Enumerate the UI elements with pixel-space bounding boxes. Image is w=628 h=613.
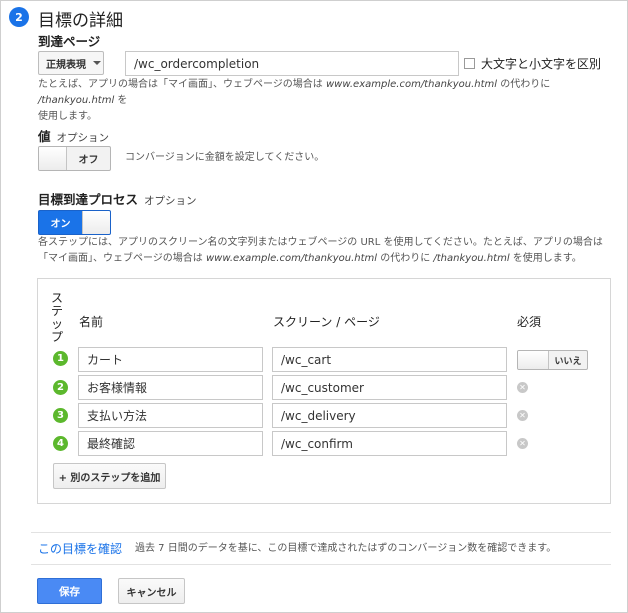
- toggle-state-text: オン: [50, 219, 71, 230]
- value-label: 値オプション: [38, 126, 109, 145]
- step-name-value: 支払い方法: [87, 409, 148, 423]
- step-name-input[interactable]: カート: [78, 347, 263, 372]
- funnel-toggle[interactable]: オン: [38, 210, 111, 235]
- divider: [31, 564, 611, 565]
- value-toggle[interactable]: オフ: [38, 146, 111, 171]
- required-toggle[interactable]: いいえ: [517, 350, 588, 370]
- remove-step-icon[interactable]: ✕: [517, 410, 528, 421]
- help-text: たとえば、アプリの場合は「マイ画面」、ウェブページの場合は: [38, 79, 326, 90]
- step-name-input[interactable]: お客様情報: [78, 375, 263, 400]
- step-page-value: /wc_customer: [281, 380, 364, 395]
- match-type-value: 正規表現: [46, 59, 86, 71]
- col-step-header-char: プ: [50, 330, 63, 344]
- destination-help: たとえば、アプリの場合は「マイ画面」、ウェブページの場合は www.exampl…: [38, 77, 618, 125]
- step-name-value: カート: [87, 353, 124, 367]
- help-text: 使用します。: [38, 111, 97, 122]
- optional-tag: オプション: [56, 132, 110, 144]
- help-example: www.example.com/thankyou.html: [325, 79, 498, 90]
- step-page-input[interactable]: /wc_confirm: [272, 431, 507, 456]
- step-number-badge: 2: [53, 380, 68, 395]
- step-page-value: /wc_cart: [281, 352, 332, 367]
- help-text: を使用します。: [509, 253, 582, 264]
- step-name-input[interactable]: 最終確認: [78, 431, 263, 456]
- destination-url-value: /wc_ordercompletion: [134, 56, 260, 71]
- toggle-state-text: いいえ: [554, 356, 582, 367]
- help-example: /thankyou.html: [38, 95, 115, 106]
- section-title: 目標の詳細: [38, 11, 123, 31]
- toggle-state-text: オフ: [78, 155, 99, 166]
- help-text: 各ステップには、アプリのスクリーン名の文字列またはウェブページの URL を使用…: [38, 237, 603, 248]
- help-text: を: [114, 95, 128, 106]
- step-number-badge: 3: [53, 408, 68, 423]
- step-number-badge: 4: [53, 436, 68, 451]
- help-text: 「マイ画面」、ウェブページの場合は: [38, 253, 206, 264]
- match-type-dropdown[interactable]: 正規表現: [38, 51, 104, 75]
- col-step-header: ステップ: [50, 292, 64, 344]
- help-example: www.example.com/thankyou.html: [205, 253, 378, 264]
- funnel-label: 目標到達プロセス オプション: [38, 189, 197, 208]
- col-name-header: 名前: [79, 315, 104, 329]
- step-page-input[interactable]: /wc_customer: [272, 375, 507, 400]
- help-text: の代わりに: [377, 253, 434, 264]
- toggle-knob: [39, 147, 67, 170]
- add-step-button[interactable]: + 別のステップを追加: [53, 463, 166, 489]
- verify-goal-link[interactable]: この目標を確認: [38, 540, 122, 557]
- divider: [31, 532, 611, 533]
- remove-step-icon[interactable]: ✕: [517, 382, 528, 393]
- help-text: の代わりに: [497, 79, 551, 90]
- value-help: コンバージョンに金額を設定してください。: [125, 152, 325, 163]
- step-name-value: 最終確認: [87, 437, 136, 451]
- step-page-input[interactable]: /wc_cart: [272, 347, 507, 372]
- funnel-help: 各ステップには、アプリのスクリーン名の文字列またはウェブページの URL を使用…: [38, 235, 623, 267]
- step-name-input[interactable]: 支払い方法: [78, 403, 263, 428]
- step-number-badge: 1: [53, 351, 68, 366]
- value-label-text: 値: [38, 129, 51, 144]
- destination-url-input[interactable]: /wc_ordercompletion: [125, 51, 459, 76]
- verify-description: 過去 7 日間のデータを基に、この目標で達成されたはずのコンバージョン数を確認で…: [135, 543, 557, 554]
- step-page-input[interactable]: /wc_delivery: [272, 403, 507, 428]
- cancel-button[interactable]: キャンセル: [118, 578, 185, 604]
- caret-down-icon: [93, 61, 101, 65]
- optional-tag: オプション: [144, 195, 197, 207]
- toggle-knob: [82, 211, 110, 234]
- step-page-value: /wc_confirm: [281, 436, 353, 451]
- section-number-badge: 2: [9, 7, 29, 27]
- remove-step-icon[interactable]: ✕: [517, 438, 528, 449]
- funnel-label-text: 目標到達プロセス: [38, 192, 139, 207]
- col-required-header: 必須: [517, 315, 542, 329]
- case-sensitive-checkbox[interactable]: [464, 58, 475, 69]
- step-name-value: お客様情報: [87, 381, 148, 395]
- save-button[interactable]: 保存: [37, 578, 102, 604]
- case-sensitive-label: 大文字と小文字を区別: [481, 57, 602, 71]
- col-screen-header: スクリーン / ページ: [273, 315, 380, 329]
- destination-label: 到達ページ: [38, 34, 101, 49]
- help-example: /thankyou.html: [433, 253, 510, 264]
- toggle-knob: [518, 351, 549, 369]
- step-page-value: /wc_delivery: [281, 408, 356, 423]
